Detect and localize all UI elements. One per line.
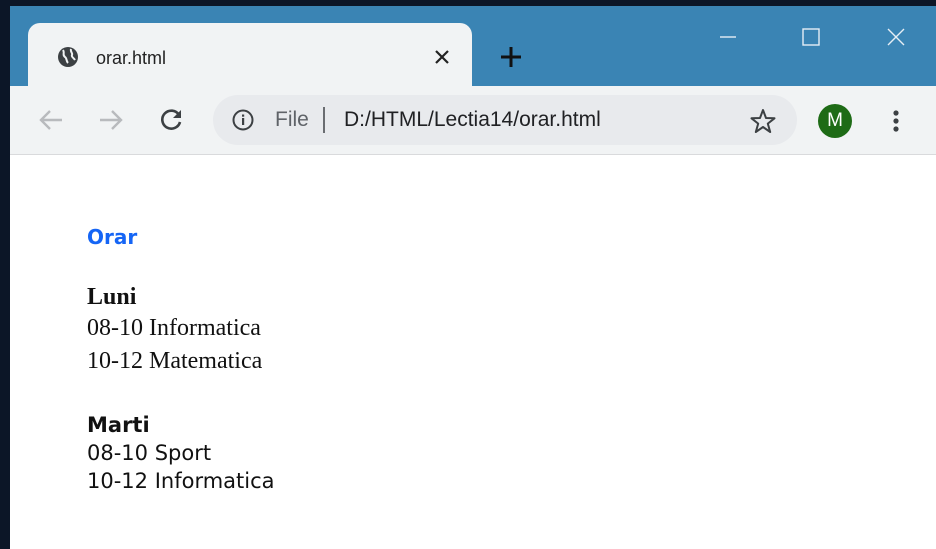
day-block-marti: Marti 08-10 Sport 10-12 Informatica (87, 411, 275, 495)
tab-title: orar.html (96, 48, 167, 68)
reload-icon[interactable] (155, 104, 187, 136)
globe-icon (58, 47, 78, 67)
back-arrow-icon[interactable] (35, 104, 67, 136)
minimize-icon[interactable] (706, 20, 750, 54)
tab-strip: orar.html (10, 6, 936, 86)
star-bookmark-icon[interactable] (750, 108, 776, 134)
page-content: Orar Luni 08-10 Informatica 10-12 Matema… (10, 155, 936, 549)
profile-avatar[interactable]: M (818, 104, 852, 138)
maximize-icon[interactable] (789, 20, 833, 54)
lesson-item: 10-12 Informatica (87, 469, 275, 493)
tab-orar[interactable]: orar.html (28, 23, 472, 86)
lesson-item: 10-12 Matematica (87, 348, 263, 374)
lesson-item: 08-10 Sport (87, 441, 212, 465)
page-heading: Orar (87, 225, 138, 249)
url-separator (323, 107, 325, 133)
close-tab-icon[interactable] (430, 45, 454, 69)
browser-window: orar.html File D:/HTML/Lectia14/orar.htm… (10, 6, 936, 549)
info-icon[interactable] (231, 108, 255, 132)
day-block-luni: Luni 08-10 Informatica 10-12 Matematica (87, 283, 262, 378)
close-window-icon[interactable] (874, 20, 918, 54)
forward-arrow-icon[interactable] (95, 104, 127, 136)
url-text[interactable]: D:/HTML/Lectia14/orar.html (344, 108, 601, 132)
browser-toolbar: File D:/HTML/Lectia14/orar.html M (10, 86, 936, 155)
address-bar[interactable]: File D:/HTML/Lectia14/orar.html (213, 95, 797, 145)
scheme-label: File (275, 108, 309, 131)
day-name: Marti (87, 413, 150, 437)
new-tab-plus-icon[interactable] (496, 42, 526, 72)
kebab-menu-icon[interactable] (884, 104, 908, 138)
day-name: Luni (87, 284, 137, 310)
lesson-item: 08-10 Informatica (87, 315, 261, 341)
